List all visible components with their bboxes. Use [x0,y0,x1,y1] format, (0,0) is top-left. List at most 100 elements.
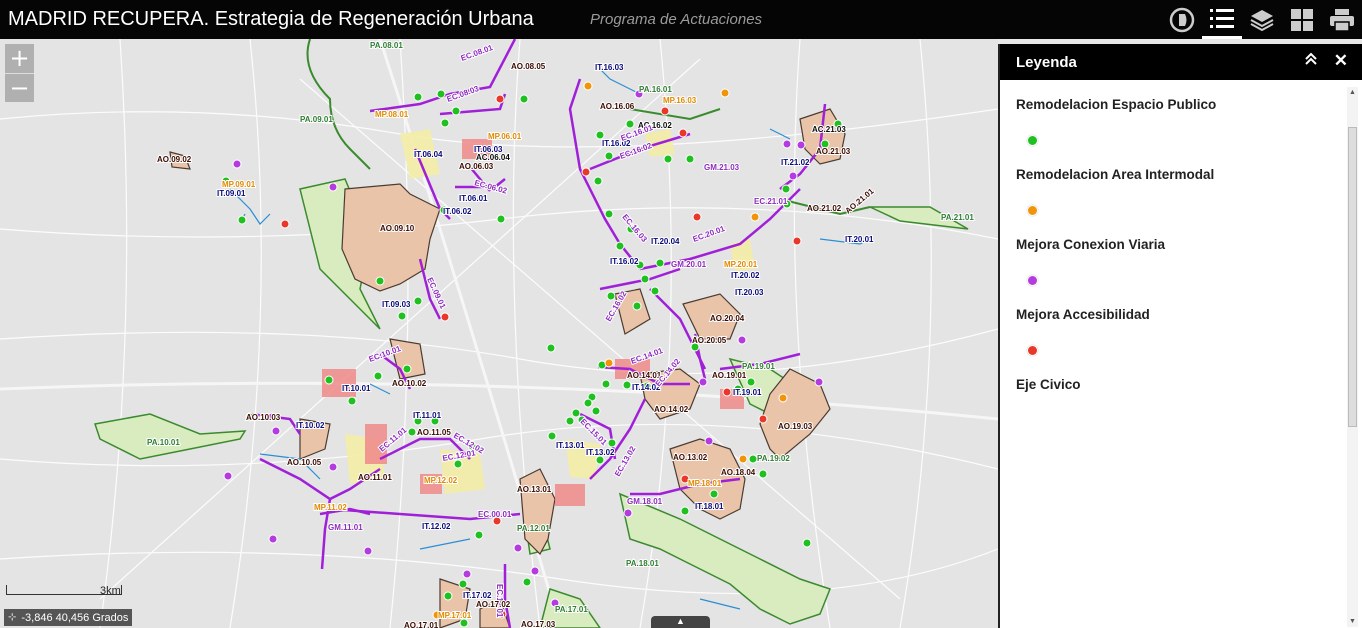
map-feature-label: IT.20.01 [845,235,874,244]
legend-title: Leyenda [1016,53,1077,71]
legend-icon[interactable] [1202,0,1242,39]
map-feature-label: MP.09.01 [222,180,256,189]
map-feature-label: IT.20.03 [735,288,764,297]
map-feature-label: AO.18.04 [721,468,756,477]
map-feature-label: IT.09.03 [382,300,411,309]
basemap-gallery-icon[interactable] [1282,0,1322,39]
legend-item: Mejora Accesibilidad [1016,306,1346,376]
app-header: MADRID RECUPERA. Estrategia de Regenerac… [0,0,1362,39]
legend-list: Remodelacion Espacio Publico Remodelacio… [1000,80,1362,462]
map-view[interactable]: PA.08.01 AO.08.05 EC.08.01 EC.08.03 PA.09.01… [0,39,998,628]
legend-header: Leyenda ✕ [1000,44,1362,80]
map-feature-label: AO.13.02 [673,453,708,462]
legend-item: Remodelacion Espacio Publico [1016,96,1346,166]
coordinates-readout[interactable]: ⊹ -3,846 40,456 Grados [4,609,133,626]
map-feature-label: AC.21.03 [812,125,846,134]
map-feature-label: AO.10.03 [246,413,281,422]
legend-scrollbar[interactable]: ▲ ▼ [1347,87,1358,627]
map-feature-label: PA.18.01 [626,559,659,568]
map-feature-label: IT.16.03 [595,63,624,72]
map-feature-label: MP.06.01 [488,132,522,141]
map-feature-label: IT.10.01 [342,384,371,393]
layers-icon[interactable] [1242,0,1282,39]
red-dot-symbol-icon [1028,346,1037,355]
map-feature-label: IT.09.01 [217,189,246,198]
map-feature-label: AO.16.06 [600,102,635,111]
green-dot-symbol-icon [1028,136,1037,145]
map-feature-label: AO.21.03 [816,147,851,156]
crosshair-icon: ⊹ [8,612,17,623]
map-feature-label: GM.11.01 [328,523,363,532]
map-feature-label: IT.06.04 [414,150,443,159]
map-feature-label: AO.11.05 [417,428,451,437]
map-feature-label: IT.21.02 [781,158,810,167]
map-feature-label: AO.19.03 [778,422,813,431]
app-subtitle: Programa de Actuaciones [590,11,763,28]
legend-item: Eje Civico [1016,376,1346,446]
map-feature-label: IT.10.02 [296,421,325,430]
map-feature-label: AO.17.03 [521,620,556,628]
map-feature-label: PA.21.01 [941,213,974,222]
map-feature-label: AO.17.01 [404,621,439,628]
map-feature-label: PA.19.02 [757,454,790,463]
map-feature-label: IT.20.02 [731,271,760,280]
print-icon[interactable] [1322,0,1362,39]
map-feature-label: GM.20.01 [671,260,707,269]
legend-item: Remodelacion Area Intermodal [1016,166,1346,236]
map-feature-label: MP.12.02 [424,476,458,485]
map-feature-label: IT.20.04 [651,237,680,246]
map-feature-label: IT.12.02 [422,522,451,531]
map-feature-label: MP.17.01 [438,611,472,620]
map-feature-label: IT.06.02 [443,207,472,216]
scroll-down-icon[interactable]: ▼ [1347,618,1358,625]
legend-item-label: Remodelacion Espacio Publico [1016,97,1217,112]
map-feature-label: IT.18.01 [695,502,724,511]
purple-dot-symbol-icon [1028,276,1037,285]
map-feature-label: AO.09.10 [380,224,415,233]
about-icon[interactable] [1162,0,1202,39]
scroll-up-icon[interactable]: ▲ [1347,89,1358,96]
map-feature-label: AO.06.03 [459,162,494,171]
map-feature-label: PA.10.01 [147,438,180,447]
map-feature-label: AO.21.02 [807,204,842,213]
chevrons-up-icon[interactable] [1304,52,1318,70]
map-feature-label: MP.11.02 [314,503,347,512]
map-feature-label: AO.20.04 [710,314,745,323]
scrollbar-thumb[interactable] [1348,127,1357,427]
map-feature-label: GM.21.03 [704,163,740,172]
legend-item-label: Mejora Conexion Viaria [1016,237,1166,252]
map-feature-label: AO.09.02 [157,155,192,164]
map-feature-label: MP.16.03 [663,96,697,105]
map-feature-label: AO.13.01 [517,485,552,494]
orange-dot-symbol-icon [1028,206,1037,215]
attribution-toggle[interactable]: ▲ [651,616,710,628]
map-feature-label: EC.21.01 [754,197,788,206]
map-feature-label: AC.06.04 [476,153,510,162]
app-title: MADRID RECUPERA. Estrategia de Regenerac… [8,8,534,30]
legend-item-label: Mejora Accesibilidad [1016,307,1150,322]
map-feature-label: MP.18.01 [688,479,722,488]
map-feature-label: IT.13.01 [556,441,585,450]
map-feature-label: IT.16.02 [610,257,639,266]
map-feature-label: EC.00.01 [478,510,512,519]
basemap: PA.08.01AO.08.05EC.08.01EC.08.03PA.09.01… [0,39,998,628]
map-feature-label: AO.20.05 [692,336,727,345]
map-feature-label: AO.11.01 [358,473,392,482]
map-feature-label: AO.19.01 [712,371,747,380]
map-feature-label: IT.17.02 [463,591,492,600]
map-feature-label: PA.19.01 [742,362,775,371]
map-feature-label: IT.13.02 [586,448,615,457]
map-feature-label: PA.12.01 [517,524,550,533]
map-feature-label: AO.14.02 [654,405,689,414]
map-feature-label: AO.10.02 [392,379,427,388]
map-feature-label: AO.17.02 [476,600,511,609]
map-feature-label: MP.08.01 [375,110,409,119]
map-feature-label: PA.16.01 [639,85,672,94]
close-icon[interactable]: ✕ [1334,51,1348,71]
zoom-out-button[interactable]: − [5,73,34,102]
scale-bar-label: 3km [100,585,121,597]
toolbar [1162,0,1362,39]
zoom-in-button[interactable]: + [5,44,34,73]
map-feature-label: MP.20.01 [724,260,758,269]
map-feature-label: PA.17.01 [555,605,588,614]
